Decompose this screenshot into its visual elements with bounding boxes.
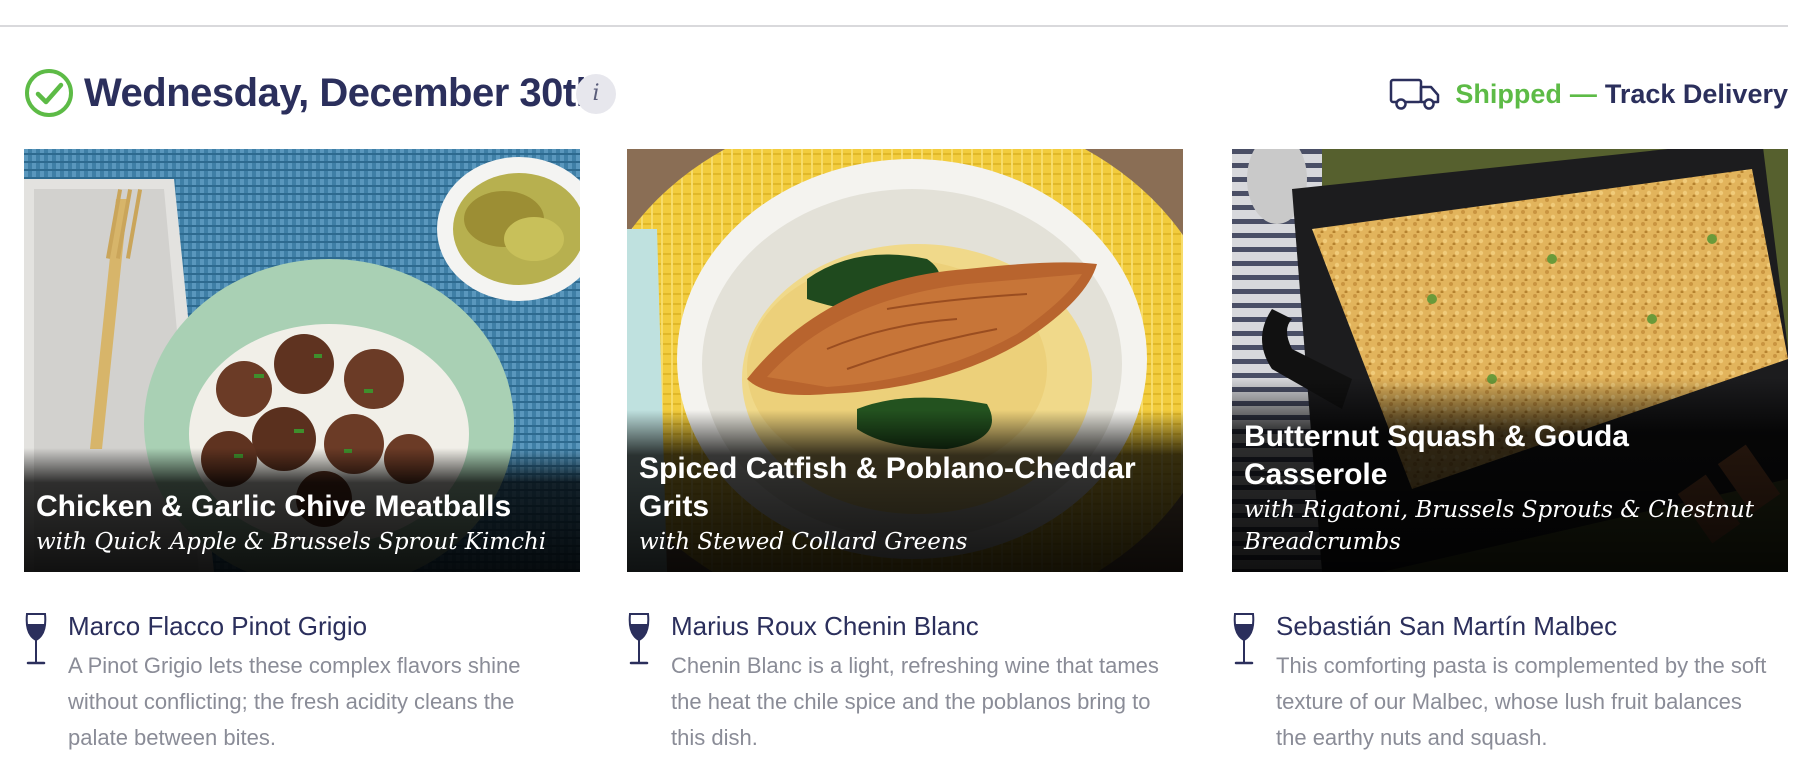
meal-photo[interactable]: Spiced Catfish & Poblano-Cheddar Grits w…: [627, 149, 1183, 572]
recipe-title: Chicken & Garlic Chive Meatballs: [36, 490, 512, 523]
recipe-subtitle: with Stewed Collard Greens: [639, 529, 968, 555]
meal-card: Chicken & Garlic Chive Meatballs with Qu…: [24, 149, 580, 756]
meal-caption: Spiced Catfish & Poblano-Cheddar Grits w…: [627, 410, 1183, 572]
wine-name-link[interactable]: Sebastián San Martín Malbec: [1276, 608, 1788, 644]
wine-name-link[interactable]: Marius Roux Chenin Blanc: [671, 608, 1183, 644]
meal-card: Spiced Catfish & Poblano-Cheddar Grits w…: [627, 149, 1183, 756]
wine-pairing: Marius Roux Chenin Blanc Chenin Blanc is…: [627, 608, 1183, 756]
shipped-status: Shipped: [1455, 78, 1562, 109]
wine-pairing: Sebastián San Martín Malbec This comfort…: [1232, 608, 1788, 756]
wine-glass-icon: [25, 613, 47, 665]
meal-caption: Butternut Squash & Gouda Casserole with …: [1232, 378, 1788, 572]
wine-glass-icon: [1233, 613, 1255, 665]
meal-card: Butternut Squash & Gouda Casserole with …: [1232, 149, 1788, 756]
delivery-date: Wednesday, December 30th: [84, 71, 600, 115]
recipe-subtitle: with Quick Apple & Brussels Sprout Kimch…: [36, 529, 547, 555]
delivery-status: Shipped — Track Delivery: [1389, 74, 1788, 114]
wine-description: A Pinot Grigio lets these complex flavor…: [68, 653, 521, 750]
top-divider: [0, 25, 1788, 27]
recipe-title: Spiced Catfish & Poblano-Cheddar Grits: [639, 452, 1136, 523]
check-circle-icon: [25, 69, 73, 117]
wine-description: Chenin Blanc is a light, refreshing wine…: [671, 653, 1159, 750]
track-delivery-link[interactable]: Track Delivery: [1605, 79, 1788, 110]
truck-icon: [1390, 78, 1440, 110]
meal-photo[interactable]: Butternut Squash & Gouda Casserole with …: [1232, 149, 1788, 572]
wine-pairing: Marco Flacco Pinot Grigio A Pinot Grigio…: [24, 608, 580, 756]
info-icon[interactable]: i: [576, 74, 616, 114]
meal-caption: Chicken & Garlic Chive Meatballs with Qu…: [24, 448, 580, 572]
meal-photo[interactable]: Chicken & Garlic Chive Meatballs with Qu…: [24, 149, 580, 572]
wine-name-link[interactable]: Marco Flacco Pinot Grigio: [68, 608, 580, 644]
recipe-subtitle: with Rigatoni, Brussels Sprouts & Chestn…: [1244, 497, 1755, 555]
delivery-header: Wednesday, December 30th i Shipped — Tra…: [24, 66, 1788, 122]
status-separator: —: [1569, 78, 1597, 109]
wine-description: This comforting pasta is complemented by…: [1276, 653, 1767, 750]
meal-cards: Chicken & Garlic Chive Meatballs with Qu…: [24, 149, 1788, 750]
wine-glass-icon: [628, 613, 650, 665]
recipe-title: Butternut Squash & Gouda Casserole: [1244, 420, 1629, 491]
